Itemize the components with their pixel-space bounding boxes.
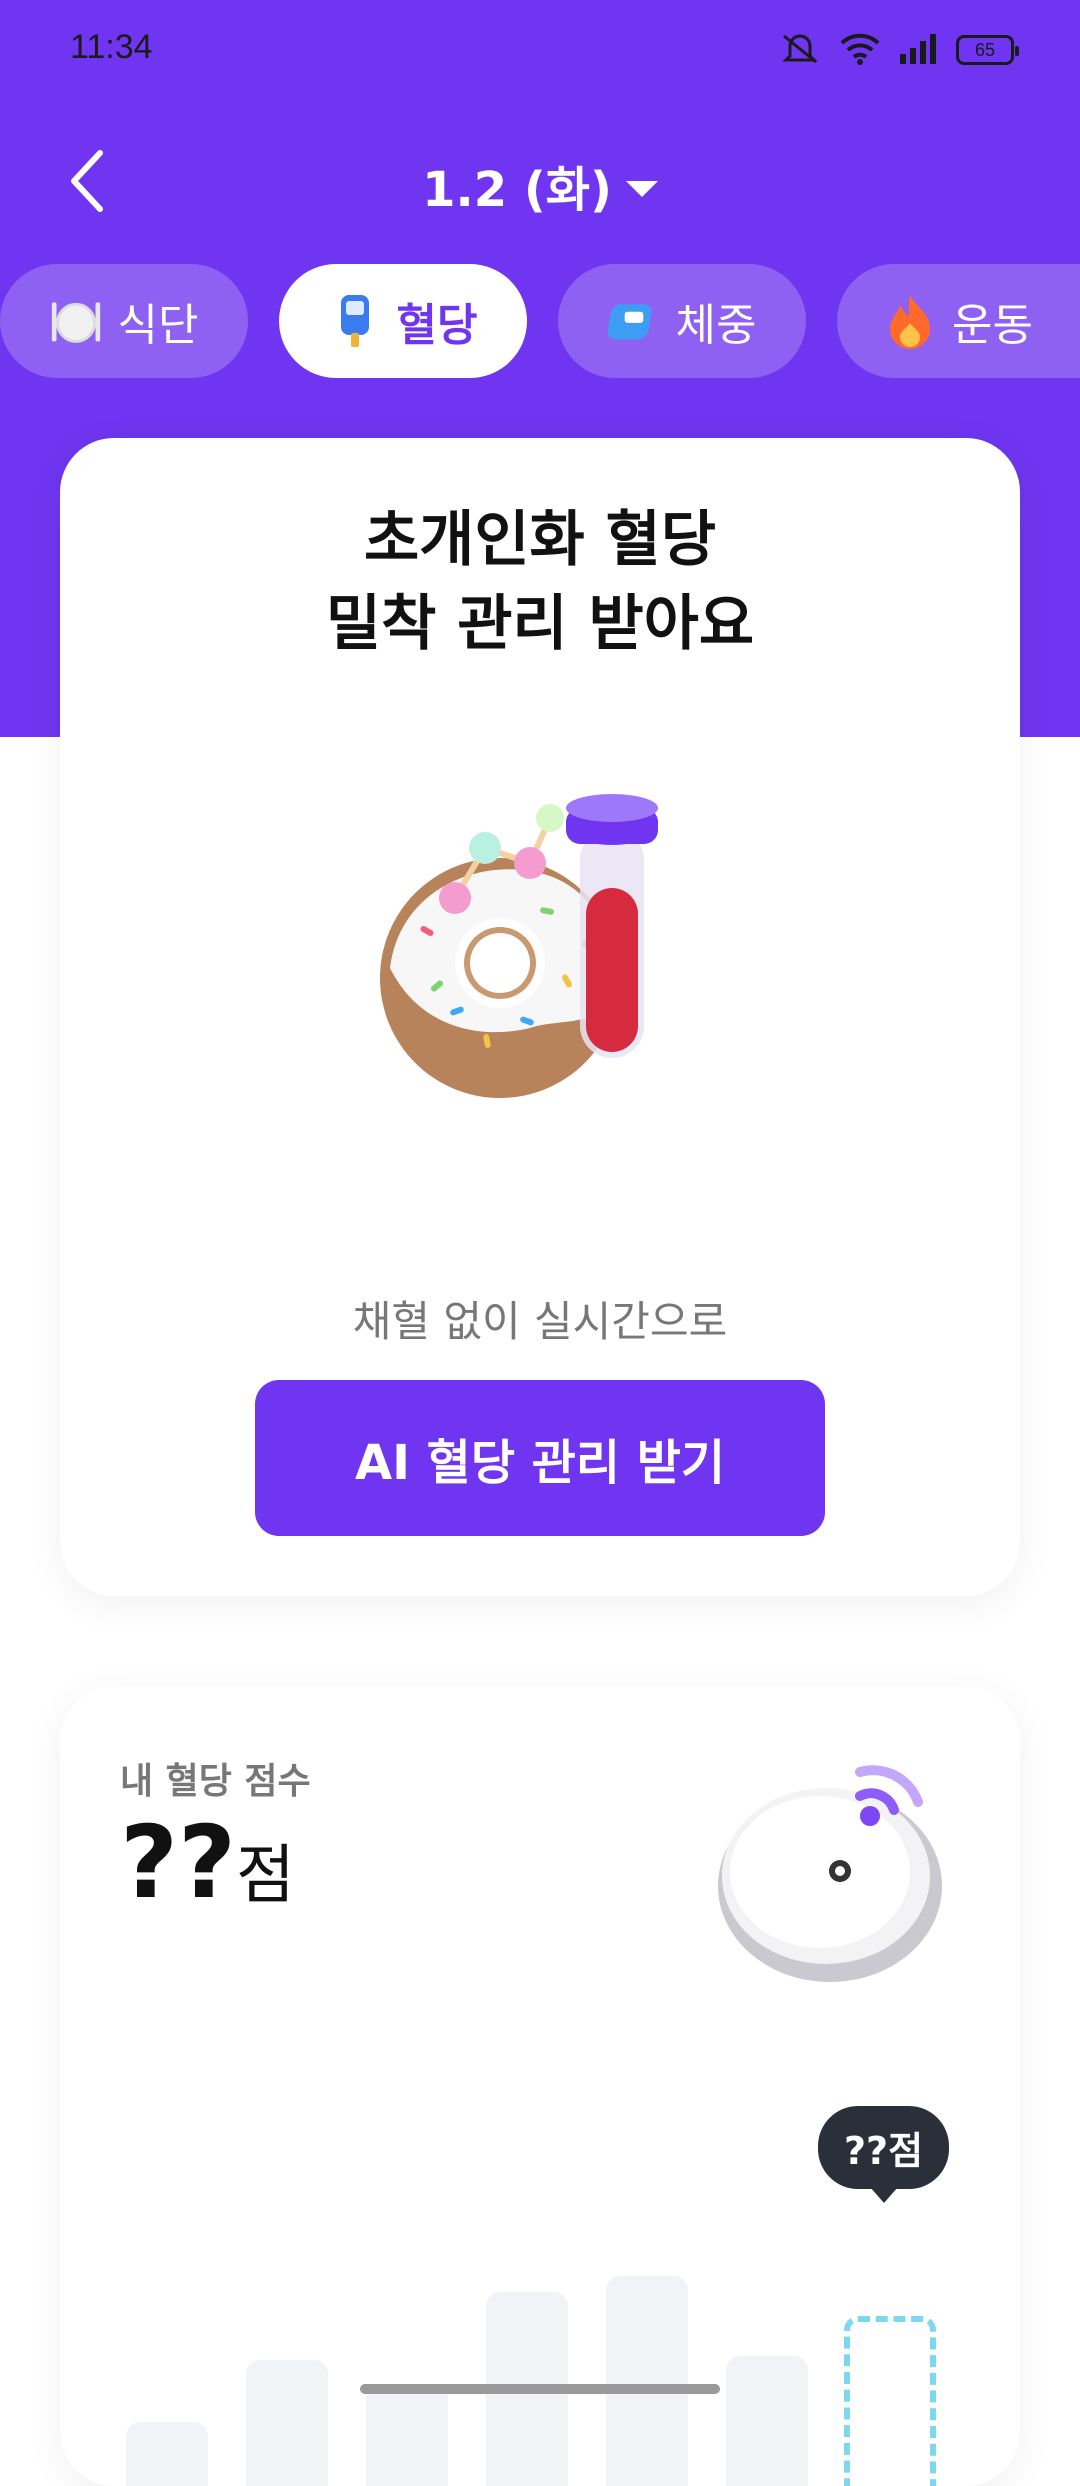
score-history-chart: ??점 [60, 2106, 1020, 2486]
mute-icon [778, 30, 822, 70]
battery-icon: 65 [956, 35, 1019, 65]
score-bubble: ??점 [818, 2106, 950, 2203]
scale-icon [607, 295, 660, 347]
score-bar [126, 2422, 208, 2486]
tab-label: 운동 [952, 300, 1033, 351]
glucose-meter-icon [329, 295, 381, 347]
status-icons: 65 [778, 30, 1019, 70]
score-bar [606, 2276, 688, 2486]
header: 1.2 (화) [0, 130, 1080, 230]
tab-blood-sugar[interactable]: 혈당 [279, 264, 527, 378]
wifi-icon [840, 31, 880, 69]
tab-exercise[interactable]: 운동 [837, 264, 1080, 378]
current-score-bar [844, 2316, 936, 2486]
donut-blood-tube-illustration [360, 778, 720, 1138]
status-bar: 11:34 65 [0, 0, 1080, 96]
score-bar [246, 2360, 328, 2486]
score-label: 내 혈당 점수 [120, 1761, 311, 1802]
cgm-sensor-illustration [710, 1726, 970, 1986]
promo-card: 초개인화 혈당 밀착 관리 받아요 채혈 없이 실시간으로 AI 혈당 관리 받… [60, 438, 1020, 1596]
promo-subtitle: 채혈 없이 실시간으로 [352, 1297, 728, 1346]
promo-title-line1: 초개인화 혈당 [363, 505, 717, 575]
score-number: ?? [120, 1804, 237, 1921]
tab-label: 체중 [675, 300, 757, 351]
tab-label: 혈당 [396, 300, 478, 351]
signal-icon [898, 32, 938, 68]
tab-weight[interactable]: 체중 [558, 264, 806, 378]
score-bar [366, 2386, 448, 2486]
date-selector[interactable]: 1.2 (화) [0, 150, 1080, 220]
tab-label: 식단 [117, 300, 199, 351]
promo-title: 초개인화 혈당 밀착 관리 받아요 [60, 498, 1020, 666]
caret-down-icon [625, 181, 658, 197]
fire-icon [884, 295, 936, 349]
status-time: 11:34 [70, 28, 153, 66]
category-tabs: 식단 혈당 체중 운동 [0, 264, 1080, 378]
tab-diet[interactable]: 식단 [0, 264, 248, 378]
score-value: ??점 [120, 1804, 295, 1921]
promo-title-line2: 밀착 관리 받아요 [325, 589, 755, 659]
score-unit: 점 [236, 1839, 295, 1913]
home-indicator[interactable] [360, 2384, 720, 2394]
date-label: 1.2 (화) [422, 162, 612, 218]
ai-glucose-management-button[interactable]: AI 혈당 관리 받기 [255, 1380, 825, 1536]
glucose-score-card: 내 혈당 점수 ??점 ??점 [60, 1686, 1020, 2486]
score-bar [726, 2356, 808, 2486]
plate-icon [50, 295, 102, 347]
